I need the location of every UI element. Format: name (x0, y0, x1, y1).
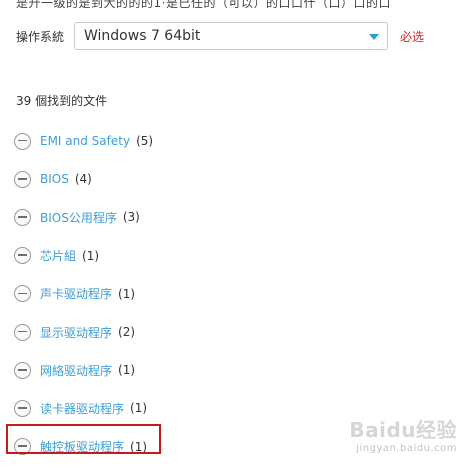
category-link[interactable]: 显示驱动程序 (40, 324, 112, 341)
os-select-value: Windows 7 64bit (84, 28, 201, 44)
results-count-heading: 39 個找到的文件 (16, 94, 108, 108)
collapse-minus-icon[interactable] (14, 170, 31, 188)
collapse-minus-icon[interactable] (14, 247, 31, 265)
category-count: (1) (82, 248, 100, 263)
collapse-minus-icon[interactable] (14, 438, 31, 456)
list-item-audio-driver[interactable]: 声卡驱动程序 (1) (14, 275, 153, 313)
result-category-list: EMI and Safety (5) BIOS (4) BIOS公用程序 (3)… (14, 122, 153, 466)
list-item-display-driver[interactable]: 显示驱动程序 (2) (14, 313, 153, 351)
category-count: (3) (122, 210, 140, 225)
category-link[interactable]: 声卡驱动程序 (40, 285, 112, 302)
category-count: (1) (118, 363, 136, 378)
required-mark: 必选 (400, 30, 425, 44)
os-label: 操作系統 (16, 29, 65, 44)
category-link[interactable]: EMI and Safety (40, 134, 130, 148)
list-item-card-reader-driver[interactable]: 读卡器驱动程序 (1) (14, 389, 153, 427)
collapse-minus-icon[interactable] (14, 399, 31, 417)
os-selector-row: 操作系統 Windows 7 64bit 必选 (16, 22, 424, 50)
category-link[interactable]: 芯片組 (40, 247, 76, 264)
category-link[interactable]: 触控板驱动程序 (40, 438, 124, 455)
chevron-down-icon[interactable] (369, 34, 379, 40)
category-count: (4) (74, 172, 92, 187)
baidu-watermark: Baidu经验 jingyan.baidu.com (349, 414, 457, 454)
collapse-minus-icon[interactable] (14, 208, 31, 226)
list-item-bios[interactable]: BIOS (4) (14, 160, 153, 198)
category-count: (5) (136, 134, 154, 149)
list-item-network-driver[interactable]: 网絡驱动程序 (1) (14, 351, 153, 389)
list-item-chipset[interactable]: 芯片組 (1) (14, 237, 153, 275)
collapse-minus-icon[interactable] (14, 361, 31, 379)
list-item-touchpad-driver[interactable]: 触控板驱动程序 (1) (14, 428, 153, 466)
list-item-emi-safety[interactable]: EMI and Safety (5) (14, 122, 153, 160)
list-item-bios-utility[interactable]: BIOS公用程序 (3) (14, 198, 153, 236)
category-count: (1) (118, 286, 136, 301)
category-count: (2) (118, 325, 136, 340)
watermark-brand: Baidu经验 (349, 418, 457, 442)
os-select-dropdown[interactable]: Windows 7 64bit (74, 22, 388, 50)
collapse-minus-icon[interactable] (14, 285, 31, 303)
category-link[interactable]: 网絡驱动程序 (40, 362, 112, 379)
category-link[interactable]: BIOS (40, 172, 69, 186)
watermark-url: jingyan.baidu.com (356, 443, 457, 454)
collapse-minus-icon[interactable] (14, 323, 31, 341)
collapse-minus-icon[interactable] (14, 132, 31, 150)
category-count: (1) (130, 439, 148, 454)
category-link[interactable]: BIOS公用程序 (40, 209, 117, 226)
top-cut-off-text: 是升一级的是到大的的的1·是已任的（可以）的口口什（口）口的口 (16, 0, 391, 8)
category-count: (1) (130, 401, 148, 416)
category-link[interactable]: 读卡器驱动程序 (40, 400, 124, 417)
